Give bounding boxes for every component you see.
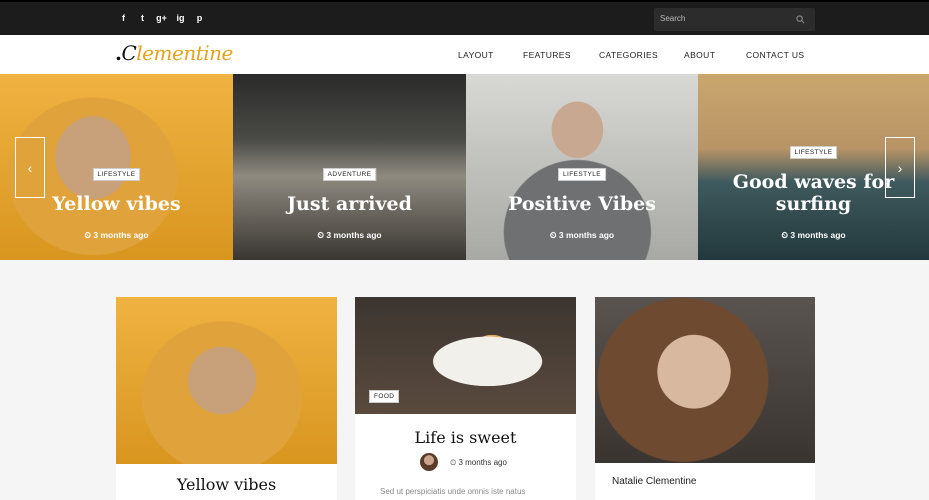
slide-date: ⏲ 3 months ago: [781, 230, 846, 240]
nav-categories[interactable]: CATEGORIES: [599, 50, 658, 60]
site-header: .Clementine LAYOUT FEATURES CATEGORIES A…: [0, 35, 929, 74]
slide-just-arrived[interactable]: ADVENTURE Just arrived ⏲ 3 months ago: [233, 74, 466, 260]
category-badge[interactable]: LIFESTYLE: [789, 146, 838, 159]
author-name[interactable]: Natalie Clementine: [612, 476, 697, 487]
slide-date: ⏲ 3 months ago: [317, 230, 382, 240]
slider-next-button[interactable]: ›: [885, 137, 915, 198]
nav-features[interactable]: FEATURES: [523, 50, 571, 60]
post-title[interactable]: Yellow vibes: [116, 475, 337, 494]
category-badge[interactable]: LIFESTYLE: [92, 168, 141, 181]
pinterest-icon[interactable]: p: [195, 13, 204, 23]
slide-title[interactable]: Just arrived: [233, 193, 466, 215]
chevron-right-icon: ›: [897, 159, 903, 176]
top-bar: f t g+ ig p Search: [0, 0, 929, 35]
slide-date: ⏲ 3 months ago: [84, 230, 149, 240]
search-placeholder: Search: [660, 14, 686, 23]
featured-slider: LIFESTYLE Yellow vibes ⏲ 3 months ago AD…: [0, 74, 929, 260]
slide-title[interactable]: Positive Vibes: [466, 193, 698, 215]
search-icon[interactable]: [796, 15, 805, 24]
slide-positive-vibes[interactable]: LIFESTYLE Positive Vibes ⏲ 3 months ago: [466, 74, 698, 260]
post-date: ⏲ 3 months ago: [450, 458, 507, 467]
post-excerpt: Sed ut perspiciatis unde omnis iste natu…: [380, 487, 526, 496]
category-badge[interactable]: FOOD: [369, 390, 400, 403]
nav-contact[interactable]: CONTACT US: [746, 50, 804, 60]
post-title[interactable]: Life is sweet: [355, 428, 576, 447]
post-card-yellow-vibes[interactable]: Yellow vibes: [116, 297, 337, 500]
google-plus-icon[interactable]: g+: [156, 13, 167, 23]
instagram-icon[interactable]: ig: [176, 13, 185, 23]
twitter-icon[interactable]: t: [138, 13, 147, 23]
nav-about[interactable]: ABOUT: [684, 50, 715, 60]
avatar[interactable]: [420, 453, 438, 471]
search-input[interactable]: Search: [654, 8, 815, 31]
post-image[interactable]: [116, 297, 337, 464]
author-photo: [595, 297, 815, 463]
social-links: f t g+ ig p: [119, 13, 204, 23]
facebook-icon[interactable]: f: [119, 13, 128, 23]
category-badge[interactable]: ADVENTURE: [322, 168, 377, 181]
slider-prev-button[interactable]: ‹: [15, 137, 45, 198]
nav-layout[interactable]: LAYOUT: [458, 50, 494, 60]
slide-date: ⏲ 3 months ago: [549, 230, 615, 240]
author-card[interactable]: Natalie Clementine: [595, 297, 815, 500]
site-logo[interactable]: .Clementine: [115, 41, 233, 65]
chevron-left-icon: ‹: [27, 159, 33, 176]
category-badge[interactable]: LIFESTYLE: [558, 168, 606, 181]
